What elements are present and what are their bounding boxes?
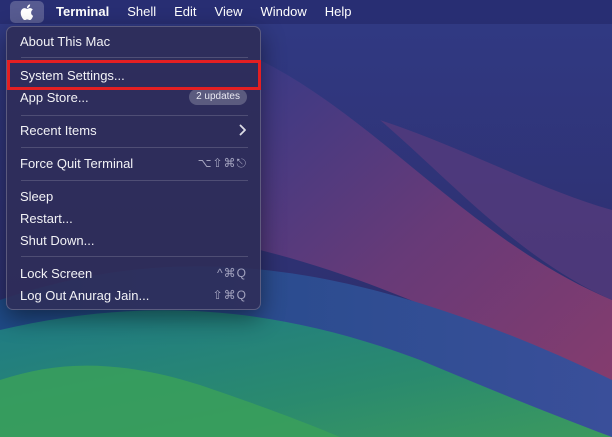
menubar-shell[interactable]: Shell xyxy=(118,1,165,23)
menu-item-shut-down[interactable]: Shut Down... xyxy=(12,229,255,251)
menu-item-about-this-mac[interactable]: About This Mac xyxy=(12,30,255,52)
menubar-edit[interactable]: Edit xyxy=(165,1,205,23)
highlight-box-system-settings xyxy=(7,60,261,90)
menubar-help[interactable]: Help xyxy=(316,1,361,23)
menu-item-force-quit[interactable]: Force Quit Terminal ⌥⇧⌘⎋ xyxy=(12,152,255,174)
menu-item-recent-items[interactable]: Recent Items xyxy=(12,119,255,141)
menu-item-label: Recent Items xyxy=(20,122,97,138)
updates-badge: 2 updates xyxy=(189,89,247,105)
apple-logo-icon xyxy=(20,4,34,20)
menubar-window[interactable]: Window xyxy=(252,1,316,23)
menu-item-label: Force Quit Terminal xyxy=(20,155,134,171)
log-out-shortcut: ⇧⌘Q xyxy=(212,288,247,302)
menu-item-label: Restart... xyxy=(20,210,73,226)
chevron-right-icon xyxy=(239,124,247,136)
menubar-app-terminal[interactable]: Terminal xyxy=(47,1,118,23)
menu-item-label: Log Out Anurag Jain... xyxy=(20,287,150,303)
lock-screen-shortcut: ^⌘Q xyxy=(217,266,247,280)
menu-separator xyxy=(21,57,248,58)
menu-separator xyxy=(21,115,248,116)
menu-separator xyxy=(21,147,248,148)
menu-separator xyxy=(21,256,248,257)
menu-item-label: Shut Down... xyxy=(20,232,95,248)
menu-bar: Terminal Shell Edit View Window Help xyxy=(0,0,612,24)
menu-item-label: About This Mac xyxy=(20,33,111,49)
menu-item-label: Lock Screen xyxy=(20,265,93,281)
menu-separator xyxy=(21,180,248,181)
menu-item-restart[interactable]: Restart... xyxy=(12,207,255,229)
menubar-view[interactable]: View xyxy=(206,1,252,23)
menu-item-log-out[interactable]: Log Out Anurag Jain... ⇧⌘Q xyxy=(12,284,255,306)
desktop: Terminal Shell Edit View Window Help Abo… xyxy=(0,0,612,437)
menu-item-lock-screen[interactable]: Lock Screen ^⌘Q xyxy=(12,262,255,284)
menu-item-label: App Store... xyxy=(20,89,89,105)
menu-item-sleep[interactable]: Sleep xyxy=(12,185,255,207)
menu-item-label: Sleep xyxy=(20,188,54,204)
apple-menu-button[interactable] xyxy=(10,1,44,23)
force-quit-shortcut: ⌥⇧⌘⎋ xyxy=(197,155,247,170)
